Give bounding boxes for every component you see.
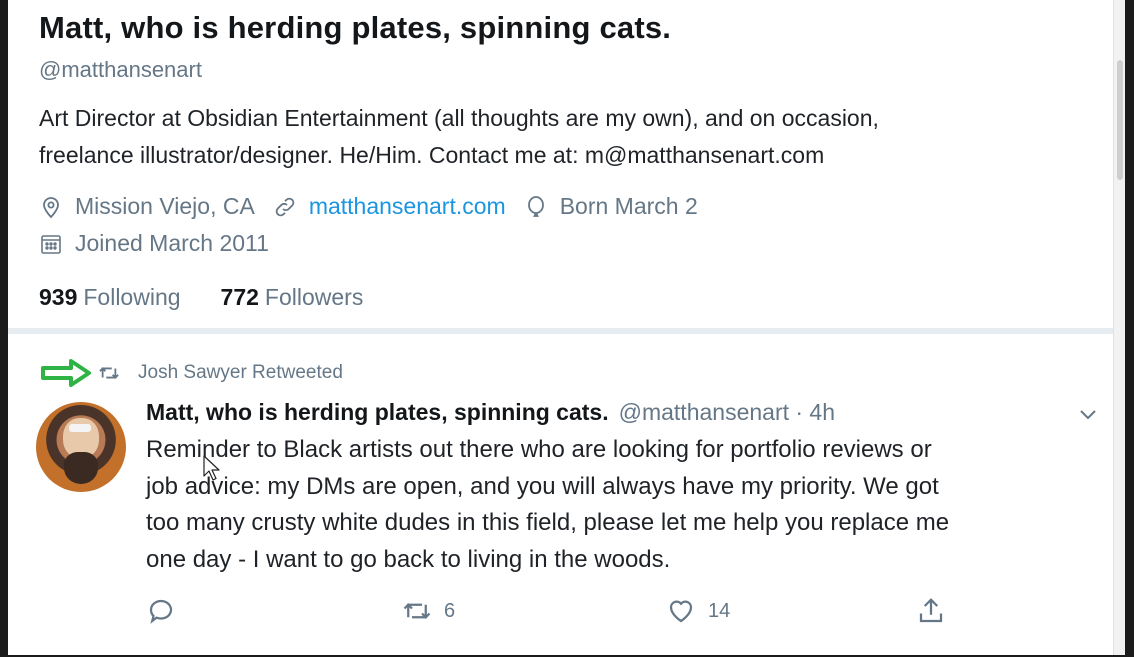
- avatar[interactable]: [36, 402, 126, 492]
- born-text: Born March 2: [559, 193, 698, 219]
- heart-icon: [669, 600, 693, 623]
- profile-bio: Art Director at Obsidian Entertainment (…: [39, 100, 1099, 174]
- share-icon: [919, 598, 943, 623]
- scrollbar-thumb[interactable]: [1117, 60, 1123, 180]
- tweet-body: Matt, who is herding plates, spinning ca…: [146, 396, 1106, 578]
- tweet-text-line: Reminder to Black artists out there who …: [146, 436, 932, 463]
- following-count: 939: [39, 284, 78, 310]
- link-icon: [275, 197, 295, 216]
- following-link[interactable]: 939 Following: [39, 284, 181, 311]
- retweet-icon: [403, 603, 431, 619]
- profile-name: Matt, who is herding plates, spinning ca…: [39, 10, 672, 45]
- reply-icon: [149, 599, 173, 624]
- profile-location: Mission Viejo, CA: [39, 188, 255, 225]
- tweet-author-handle-time[interactable]: @matthansenart · 4h: [619, 396, 835, 428]
- website-link[interactable]: matthansenart.com: [309, 188, 506, 225]
- profile-meta: Mission Viejo, CA matthansenart.com Born…: [39, 188, 1099, 262]
- profile-joined: Joined March 2011: [39, 225, 269, 262]
- bio-line: freelance illustrator/designer. He/Him. …: [39, 142, 825, 168]
- profile-header: Matt, who is herding plates, spinning ca…: [39, 8, 1099, 311]
- like-button[interactable]: 14: [666, 596, 730, 626]
- tweet-card[interactable]: Josh Sawyer Retweeted Matt, who is herdi…: [8, 334, 1113, 655]
- retweet-context: Josh Sawyer Retweeted: [40, 358, 343, 388]
- tweet-author-name[interactable]: Matt, who is herding plates, spinning ca…: [146, 396, 609, 428]
- tweet-text-line: too many crusty white dudes in this fiel…: [146, 509, 950, 536]
- annotation-arrow-icon: [41, 359, 91, 387]
- retweeted-by-text[interactable]: Josh Sawyer Retweeted: [138, 362, 343, 384]
- tweet-text-line: job advice: my DMs are open, and you wil…: [146, 472, 939, 500]
- followers-link[interactable]: 772 Followers: [221, 284, 364, 311]
- tweet-text-line: one day - I want to go back to living in…: [146, 545, 671, 573]
- profile-handle: @matthansenart: [39, 57, 202, 82]
- tweet-text: Reminder to Black artists out there who …: [146, 432, 1106, 578]
- mouse-cursor-icon: [203, 455, 220, 481]
- reply-button[interactable]: [146, 596, 188, 626]
- location-text: Mission Viejo, CA: [75, 193, 255, 219]
- like-count: 14: [708, 599, 731, 622]
- chevron-down-icon[interactable]: [1076, 402, 1100, 426]
- tweet-actions: 6 14: [146, 596, 976, 636]
- profile-counts: 939 Following 772 Followers: [39, 284, 1099, 311]
- scrollbar[interactable]: [1113, 0, 1125, 655]
- bio-line: Art Director at Obsidian Entertainment (…: [39, 105, 879, 131]
- twitter-profile-window: Matt, who is herding plates, spinning ca…: [8, 0, 1125, 655]
- balloon-icon: [527, 195, 544, 217]
- calendar-icon: [41, 234, 61, 254]
- location-pin-icon: [43, 196, 59, 218]
- share-button[interactable]: [916, 596, 958, 626]
- joined-text: Joined March 2011: [75, 230, 269, 256]
- followers-label: Followers: [264, 284, 364, 310]
- retweet-count: 6: [444, 599, 456, 622]
- followers-count: 772: [220, 284, 259, 310]
- tweet-header: Matt, who is herding plates, spinning ca…: [146, 396, 1106, 428]
- profile-birthday: Born March 2: [524, 188, 698, 225]
- profile-website[interactable]: matthansenart.com: [273, 188, 506, 225]
- retweet-button[interactable]: 6: [402, 596, 455, 626]
- following-label: Following: [83, 284, 181, 310]
- retweet-icon: [99, 367, 119, 379]
